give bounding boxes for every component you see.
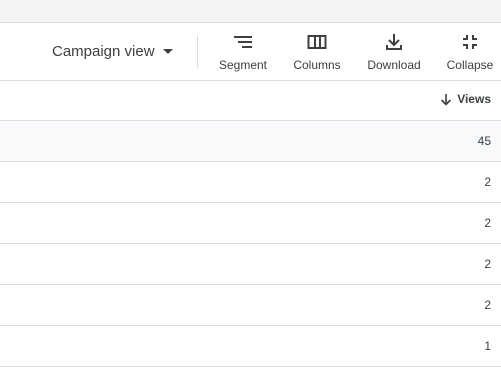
views-cell: 45 xyxy=(477,134,491,148)
campaign-view-dropdown[interactable]: Campaign view xyxy=(52,41,173,61)
arrow-down-icon xyxy=(439,92,453,106)
table-row: 2 xyxy=(0,162,501,203)
segment-label: Segment xyxy=(218,58,268,72)
campaign-view-label: Campaign view xyxy=(52,42,155,60)
table-row: 2 xyxy=(0,244,501,285)
table-body: 45 2 2 2 2 1 xyxy=(0,121,501,367)
download-button[interactable]: Download xyxy=(362,31,426,75)
collapse-icon xyxy=(458,31,482,53)
segment-button[interactable]: Segment xyxy=(214,31,272,75)
toolbar-divider xyxy=(197,35,198,68)
views-cell: 2 xyxy=(484,216,491,230)
table-header-row: Views xyxy=(0,81,501,121)
caret-down-icon xyxy=(162,48,173,54)
table-row: 2 xyxy=(0,285,501,326)
views-cell: 2 xyxy=(484,175,491,189)
views-column-header[interactable]: Views xyxy=(439,92,491,106)
table-row: 1 xyxy=(0,326,501,367)
columns-label: Columns xyxy=(293,58,341,72)
views-cell: 2 xyxy=(484,298,491,312)
views-cell: 2 xyxy=(484,257,491,271)
top-strip xyxy=(0,0,501,23)
segment-icon xyxy=(231,31,255,53)
columns-button[interactable]: Columns xyxy=(288,31,346,75)
collapse-button[interactable]: Collapse xyxy=(442,31,498,75)
download-icon xyxy=(382,31,406,53)
views-header-label: Views xyxy=(457,92,491,106)
table-row-total: 45 xyxy=(0,121,501,162)
download-label: Download xyxy=(367,58,421,72)
collapse-label: Collapse xyxy=(446,58,494,72)
report-toolbar: Campaign view Segment Columns Download C… xyxy=(0,23,501,81)
table-row: 2 xyxy=(0,203,501,244)
columns-icon xyxy=(305,31,329,53)
views-cell: 1 xyxy=(484,339,491,353)
